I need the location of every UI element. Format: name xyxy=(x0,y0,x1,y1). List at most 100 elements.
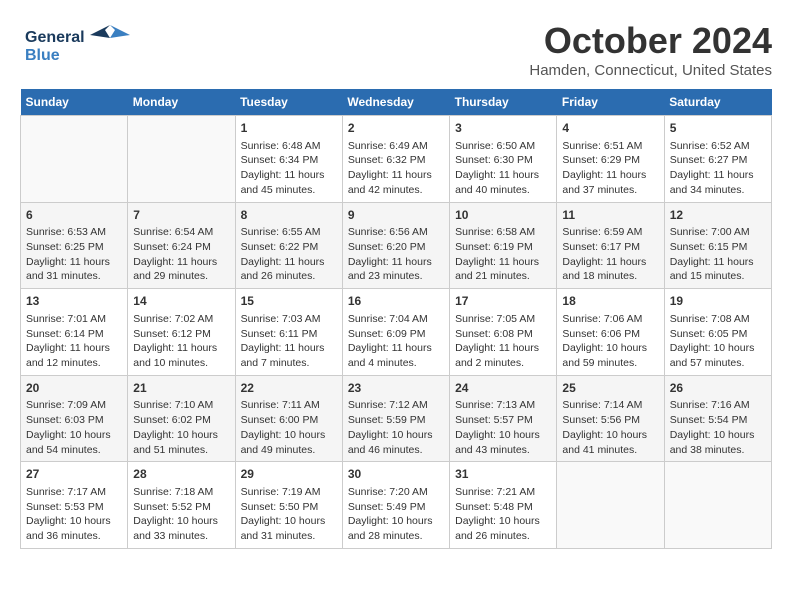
day-number: 16 xyxy=(348,293,444,310)
day-number: 1 xyxy=(241,120,337,137)
calendar-header-row: SundayMondayTuesdayWednesdayThursdayFrid… xyxy=(21,89,772,116)
calendar-day-cell xyxy=(664,462,771,549)
calendar-day-cell xyxy=(128,116,235,203)
calendar-day-cell: 16 Sunrise: 7:04 AMSunset: 6:09 PMDayligh… xyxy=(342,289,449,376)
day-number: 13 xyxy=(26,293,122,310)
day-number: 4 xyxy=(562,120,658,137)
calendar-day-cell: 13 Sunrise: 7:01 AMSunset: 6:14 PMDayligh… xyxy=(21,289,128,376)
day-number: 25 xyxy=(562,380,658,397)
calendar-day-cell: 20Sunrise: 7:09 AMSunset: 6:03 PMDayligh… xyxy=(21,375,128,462)
calendar-day-cell xyxy=(557,462,664,549)
day-info: Sunrise: 7:10 AMSunset: 6:02 PMDaylight:… xyxy=(133,398,229,457)
calendar-day-header: Wednesday xyxy=(342,89,449,116)
day-number: 8 xyxy=(241,207,337,224)
calendar-day-cell: 2Sunrise: 6:49 AMSunset: 6:32 PMDaylight… xyxy=(342,116,449,203)
calendar-day-cell: 31Sunrise: 7:21 AMSunset: 5:48 PMDayligh… xyxy=(450,462,557,549)
day-info: Sunrise: 7:01 AMSunset: 6:14 PMDaylight:… xyxy=(26,312,122,371)
calendar-week-row: 13 Sunrise: 7:01 AMSunset: 6:14 PMDayligh… xyxy=(21,289,772,376)
calendar-day-cell: 11Sunrise: 6:59 AMSunset: 6:17 PMDayligh… xyxy=(557,202,664,289)
day-info: Sunrise: 7:08 AMSunset: 6:05 PMDaylight:… xyxy=(670,312,766,371)
calendar-day-cell: 22Sunrise: 7:11 AMSunset: 6:00 PMDayligh… xyxy=(235,375,342,462)
day-info: Sunrise: 6:51 AMSunset: 6:29 PMDaylight:… xyxy=(562,139,658,198)
day-number: 19 xyxy=(670,293,766,310)
page-header: General Blue October 2024 Hamden, Connec… xyxy=(20,20,772,79)
day-info: Sunrise: 7:03 AMSunset: 6:11 PMDaylight:… xyxy=(241,312,337,371)
calendar-day-cell: 19 Sunrise: 7:08 AMSunset: 6:05 PMDayligh… xyxy=(664,289,771,376)
calendar-day-cell: 24Sunrise: 7:13 AMSunset: 5:57 PMDayligh… xyxy=(450,375,557,462)
svg-text:General: General xyxy=(25,29,85,46)
day-info: Sunrise: 7:09 AMSunset: 6:03 PMDaylight:… xyxy=(26,398,122,457)
calendar-day-cell: 21Sunrise: 7:10 AMSunset: 6:02 PMDayligh… xyxy=(128,375,235,462)
location: Hamden, Connecticut, United States xyxy=(529,62,772,79)
calendar-day-cell: 7Sunrise: 6:54 AMSunset: 6:24 PMDaylight… xyxy=(128,202,235,289)
day-info: Sunrise: 7:12 AMSunset: 5:59 PMDaylight:… xyxy=(348,398,444,457)
day-number: 24 xyxy=(455,380,551,397)
calendar-day-cell: 15 Sunrise: 7:03 AMSunset: 6:11 PMDayligh… xyxy=(235,289,342,376)
day-info: Sunrise: 7:11 AMSunset: 6:00 PMDaylight:… xyxy=(241,398,337,457)
calendar-day-cell: 23Sunrise: 7:12 AMSunset: 5:59 PMDayligh… xyxy=(342,375,449,462)
calendar-day-cell: 26Sunrise: 7:16 AMSunset: 5:54 PMDayligh… xyxy=(664,375,771,462)
day-info: Sunrise: 7:20 AMSunset: 5:49 PMDaylight:… xyxy=(348,485,444,544)
day-info: Sunrise: 6:59 AMSunset: 6:17 PMDaylight:… xyxy=(562,225,658,284)
logo-image: General Blue xyxy=(20,20,130,70)
day-info: Sunrise: 7:13 AMSunset: 5:57 PMDaylight:… xyxy=(455,398,551,457)
day-number: 3 xyxy=(455,120,551,137)
calendar-day-header: Saturday xyxy=(664,89,771,116)
calendar-day-cell: 5 Sunrise: 6:52 AMSunset: 6:27 PMDaylight… xyxy=(664,116,771,203)
calendar-day-cell: 14 Sunrise: 7:02 AMSunset: 6:12 PMDayligh… xyxy=(128,289,235,376)
day-number: 26 xyxy=(670,380,766,397)
day-info: Sunrise: 7:04 AMSunset: 6:09 PMDaylight:… xyxy=(348,312,444,371)
calendar-day-header: Monday xyxy=(128,89,235,116)
day-number: 17 xyxy=(455,293,551,310)
day-info: Sunrise: 7:02 AMSunset: 6:12 PMDaylight:… xyxy=(133,312,229,371)
calendar-week-row: 20Sunrise: 7:09 AMSunset: 6:03 PMDayligh… xyxy=(21,375,772,462)
day-info: Sunrise: 6:54 AMSunset: 6:24 PMDaylight:… xyxy=(133,225,229,284)
month-title: October 2024 xyxy=(529,20,772,62)
day-info: Sunrise: 7:14 AMSunset: 5:56 PMDaylight:… xyxy=(562,398,658,457)
day-number: 20 xyxy=(26,380,122,397)
day-info: Sunrise: 6:50 AMSunset: 6:30 PMDaylight:… xyxy=(455,139,551,198)
day-info: Sunrise: 6:48 AMSunset: 6:34 PMDaylight:… xyxy=(241,139,337,198)
calendar-week-row: 6Sunrise: 6:53 AMSunset: 6:25 PMDaylight… xyxy=(21,202,772,289)
calendar-day-cell: 1 Sunrise: 6:48 AMSunset: 6:34 PMDaylight… xyxy=(235,116,342,203)
day-number: 23 xyxy=(348,380,444,397)
day-number: 5 xyxy=(670,120,766,137)
day-info: Sunrise: 7:00 AMSunset: 6:15 PMDaylight:… xyxy=(670,225,766,284)
day-info: Sunrise: 6:56 AMSunset: 6:20 PMDaylight:… xyxy=(348,225,444,284)
day-info: Sunrise: 7:19 AMSunset: 5:50 PMDaylight:… xyxy=(241,485,337,544)
day-number: 11 xyxy=(562,207,658,224)
calendar-day-cell: 28 Sunrise: 7:18 AMSunset: 5:52 PMDayligh… xyxy=(128,462,235,549)
day-number: 22 xyxy=(241,380,337,397)
day-info: Sunrise: 6:58 AMSunset: 6:19 PMDaylight:… xyxy=(455,225,551,284)
logo: General Blue xyxy=(20,20,130,70)
calendar-day-cell xyxy=(21,116,128,203)
calendar-day-cell: 8Sunrise: 6:55 AMSunset: 6:22 PMDaylight… xyxy=(235,202,342,289)
calendar-week-row: 27Sunrise: 7:17 AMSunset: 5:53 PMDayligh… xyxy=(21,462,772,549)
day-number: 31 xyxy=(455,466,551,483)
day-number: 28 xyxy=(133,466,229,483)
day-info: Sunrise: 7:06 AMSunset: 6:06 PMDaylight:… xyxy=(562,312,658,371)
calendar-day-header: Sunday xyxy=(21,89,128,116)
calendar-day-cell: 3 Sunrise: 6:50 AMSunset: 6:30 PMDaylight… xyxy=(450,116,557,203)
calendar-table: SundayMondayTuesdayWednesdayThursdayFrid… xyxy=(20,89,772,549)
calendar-day-cell: 18Sunrise: 7:06 AMSunset: 6:06 PMDayligh… xyxy=(557,289,664,376)
calendar-day-cell: 4 Sunrise: 6:51 AMSunset: 6:29 PMDaylight… xyxy=(557,116,664,203)
day-info: Sunrise: 7:17 AMSunset: 5:53 PMDaylight:… xyxy=(26,485,122,544)
day-number: 30 xyxy=(348,466,444,483)
day-number: 6 xyxy=(26,207,122,224)
calendar-day-cell: 30 Sunrise: 7:20 AMSunset: 5:49 PMDayligh… xyxy=(342,462,449,549)
day-number: 14 xyxy=(133,293,229,310)
day-info: Sunrise: 6:52 AMSunset: 6:27 PMDaylight:… xyxy=(670,139,766,198)
calendar-day-cell: 9Sunrise: 6:56 AMSunset: 6:20 PMDaylight… xyxy=(342,202,449,289)
day-info: Sunrise: 7:05 AMSunset: 6:08 PMDaylight:… xyxy=(455,312,551,371)
calendar-day-header: Tuesday xyxy=(235,89,342,116)
day-number: 15 xyxy=(241,293,337,310)
calendar-day-cell: 6Sunrise: 6:53 AMSunset: 6:25 PMDaylight… xyxy=(21,202,128,289)
calendar-day-cell: 10Sunrise: 6:58 AMSunset: 6:19 PMDayligh… xyxy=(450,202,557,289)
calendar-day-cell: 27Sunrise: 7:17 AMSunset: 5:53 PMDayligh… xyxy=(21,462,128,549)
day-number: 9 xyxy=(348,207,444,224)
day-number: 2 xyxy=(348,120,444,137)
day-info: Sunrise: 7:18 AMSunset: 5:52 PMDaylight:… xyxy=(133,485,229,544)
calendar-day-cell: 25Sunrise: 7:14 AMSunset: 5:56 PMDayligh… xyxy=(557,375,664,462)
day-info: Sunrise: 6:53 AMSunset: 6:25 PMDaylight:… xyxy=(26,225,122,284)
